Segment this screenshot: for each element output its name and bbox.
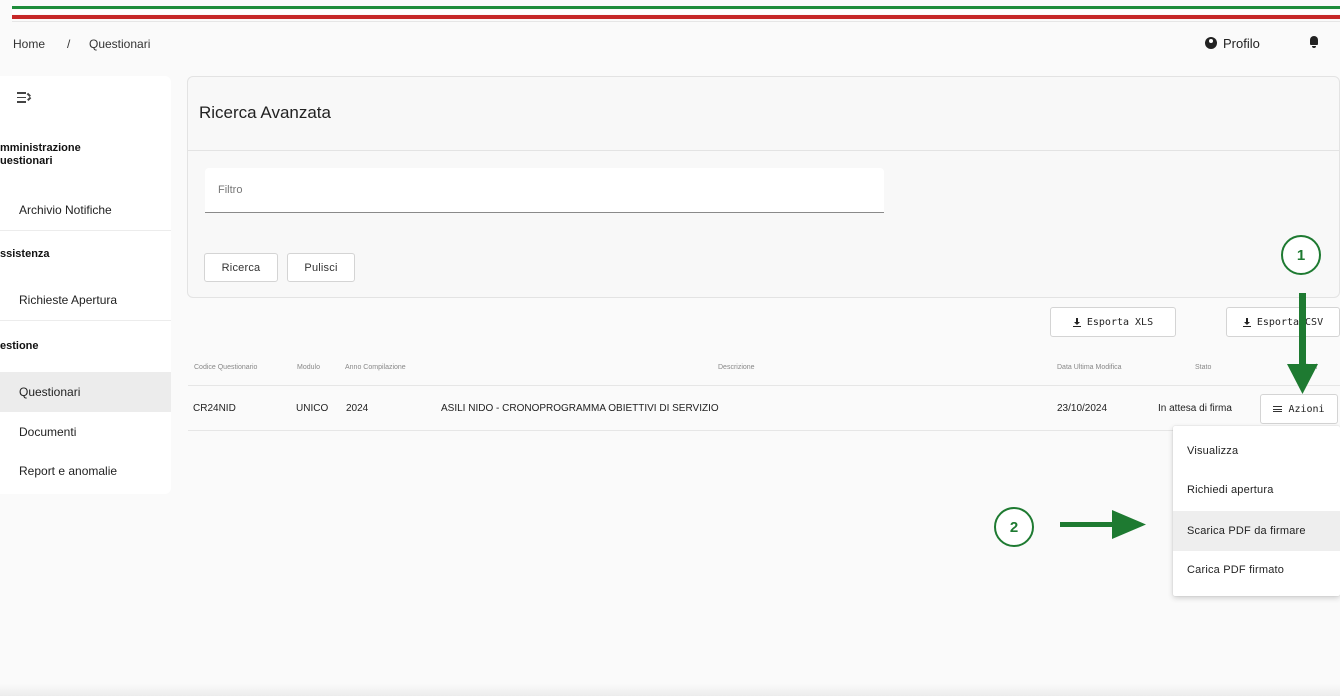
menu-lines-icon [1273,406,1283,412]
cell-descrizione: ASILI NIDO - CRONOPROGRAMMA OBIETTIVI DI… [441,403,719,414]
annotation-arrow-right [1060,510,1146,539]
sidebar-item-documenti[interactable]: Documenti [0,412,171,452]
sidebar-item-label: Richieste Apertura [19,293,118,307]
page-title: Ricerca Avanzata [199,103,331,122]
sidebar-item-richieste-apertura[interactable]: Richieste Apertura [0,280,171,320]
breadcrumb-separator: / [67,37,71,51]
page-bottom-edge [0,684,1340,696]
sidebar-divider [0,230,171,231]
cell-data: 23/10/2024 [1057,403,1108,414]
clear-button[interactable]: Pulisci [287,253,355,282]
sidebar-divider [0,320,171,321]
column-header-codice[interactable]: Codice Questionario [194,364,257,371]
cell-codice: CR24NID [193,403,236,414]
menu-item-richiedi-apertura[interactable]: Richiedi apertura [1173,470,1340,510]
sidebar-item-label: Questionari [19,385,81,399]
menu-collapse-icon[interactable] [17,92,31,103]
panel-divider [188,150,1340,151]
header-divider [12,21,1340,22]
breadcrumb-home-link[interactable]: Home [13,37,45,51]
cell-stato: In attesa di firma [1158,403,1232,414]
sidebar-item-report-anomalie[interactable]: Report e anomalie [0,451,171,491]
export-csv-button[interactable]: Esporta CSV [1226,307,1340,337]
sidebar-heading-gestione: estione [0,340,39,352]
flag-stripe-green [12,6,1340,9]
sidebar-heading-amministrazione: mministrazione uestionari [0,142,81,167]
export-csv-label: Esporta CSV [1256,316,1324,328]
column-header-data[interactable]: Data Ultima Modifica [1057,364,1122,371]
sidebar-item-label: Report e anomalie [19,464,118,478]
table-divider [188,430,1340,431]
menu-item-visualizza[interactable]: Visualizza [1173,431,1340,471]
filter-input[interactable] [218,168,858,212]
profile-label: Profilo [1223,35,1260,51]
column-header-stato[interactable]: Stato [1195,364,1211,371]
flag-stripe-red [12,15,1340,19]
breadcrumb-current: Questionari [89,37,151,51]
download-icon [1242,317,1251,327]
column-header-azioni[interactable]: Azioni [1298,364,1317,371]
sidebar-item-label: Archivio Notifiche [19,203,112,217]
table-divider [188,385,1340,386]
export-xls-label: Esporta XLS [1086,316,1154,328]
menu-item-carica-pdf[interactable]: Carica PDF firmato [1173,550,1340,590]
filter-field [205,168,884,213]
account-circle-icon [1205,37,1217,49]
download-icon [1072,317,1081,327]
annotation-step-1: 1 [1281,235,1321,275]
cell-modulo: UNICO [296,403,329,414]
cell-anno: 2024 [346,403,369,414]
bell-icon[interactable] [1309,36,1319,48]
column-header-modulo[interactable]: Modulo [297,364,320,371]
search-button[interactable]: Ricerca [204,253,278,282]
column-header-anno[interactable]: Anno Compilazione [345,364,406,371]
azioni-button[interactable]: Azioni [1260,394,1338,424]
export-xls-button[interactable]: Esporta XLS [1050,307,1176,337]
sidebar-item-archivio-notifiche[interactable]: Archivio Notifiche [0,190,171,230]
column-header-descrizione[interactable]: Descrizione [718,364,755,371]
menu-item-scarica-pdf[interactable]: Scarica PDF da firmare [1173,511,1340,551]
sidebar-heading-assistenza: ssistenza [0,248,50,260]
flag-stripe-white [12,10,1340,14]
sidebar-item-questionari[interactable]: Questionari [0,372,171,412]
profile-button[interactable]: Profilo [1205,31,1260,55]
azioni-label: Azioni [1288,403,1325,415]
sidebar-item-label: Documenti [19,425,77,439]
annotation-step-2: 2 [994,507,1034,547]
